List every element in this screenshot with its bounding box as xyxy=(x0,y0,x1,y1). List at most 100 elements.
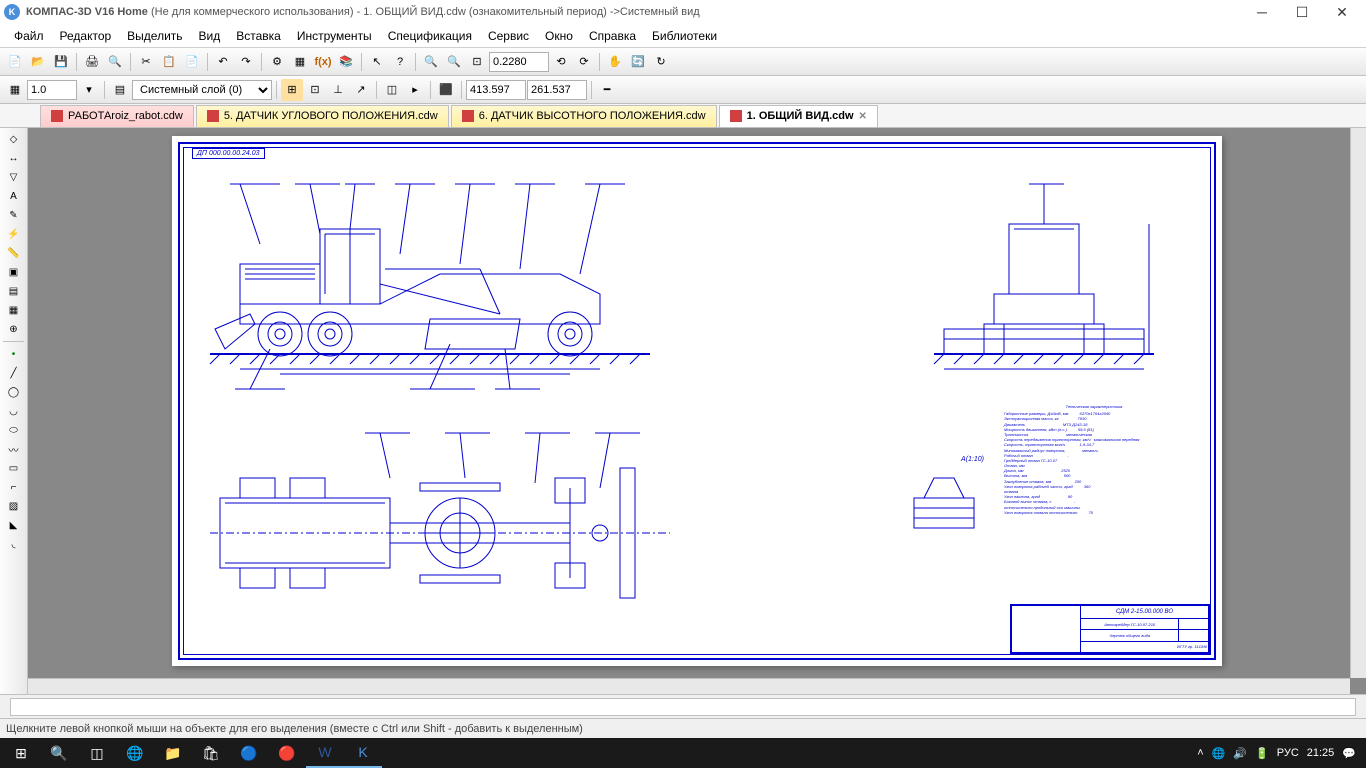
word-icon[interactable]: W xyxy=(306,738,344,768)
redo-button[interactable]: ↷ xyxy=(235,51,257,73)
coord-x-input[interactable] xyxy=(466,80,526,100)
refresh-button[interactable]: ↻ xyxy=(650,51,672,73)
dimension-tool[interactable]: ↔ xyxy=(2,149,26,167)
scale-dropdown-icon[interactable]: ▾ xyxy=(78,79,100,101)
point-tool[interactable]: • xyxy=(2,345,26,363)
tab-datchik5[interactable]: 5. ДАТЧИК УГЛОВОГО ПОЛОЖЕНИЯ.cdw xyxy=(196,105,449,127)
ellipse-tool[interactable]: ⬭ xyxy=(2,421,26,439)
explorer-icon[interactable]: 📁 xyxy=(154,738,192,768)
zoom-input[interactable] xyxy=(489,52,549,72)
chrome-icon[interactable]: 🔴 xyxy=(268,738,306,768)
local-cs-button[interactable]: ↗ xyxy=(350,79,372,101)
maximize-button[interactable]: ☐ xyxy=(1282,0,1322,24)
menu-file[interactable]: Файл xyxy=(6,27,52,45)
variables-button[interactable]: f(x) xyxy=(312,51,334,73)
menu-tools[interactable]: Инструменты xyxy=(289,27,380,45)
zoom-out-button[interactable]: 🔍 xyxy=(443,51,465,73)
circle-tool[interactable]: ◯ xyxy=(2,383,26,401)
layers-button[interactable]: ▦ xyxy=(289,51,311,73)
rotate-button[interactable]: 🔄 xyxy=(627,51,649,73)
report-tool[interactable]: ▦ xyxy=(2,301,26,319)
menu-spec[interactable]: Спецификация xyxy=(380,27,480,45)
scrollbar-horizontal[interactable] xyxy=(28,678,1350,694)
param-tool[interactable]: ⚡ xyxy=(2,225,26,243)
close-icon[interactable]: ✕ xyxy=(859,111,867,122)
menu-select[interactable]: Выделить xyxy=(119,27,190,45)
layer-manager-button[interactable]: ▤ xyxy=(109,79,131,101)
pointer-button[interactable]: ↖ xyxy=(366,51,388,73)
drawing-canvas[interactable]: ДП 000.00.00.24.03 xyxy=(28,128,1366,694)
edge-icon[interactable]: 🌐 xyxy=(116,738,154,768)
measure-tool[interactable]: 📏 xyxy=(2,244,26,262)
view-state-button[interactable]: ▦ xyxy=(4,79,26,101)
symbol-tool[interactable]: ▽ xyxy=(2,168,26,186)
start-button[interactable]: ⊞ xyxy=(2,738,40,768)
snap-button[interactable]: ⊞ xyxy=(281,79,303,101)
spec-tool[interactable]: ▤ xyxy=(2,282,26,300)
view-next-button[interactable]: ▸ xyxy=(404,79,426,101)
save-button[interactable]: 💾 xyxy=(50,51,72,73)
search-button[interactable]: 🔍 xyxy=(40,738,78,768)
text-tool[interactable]: A xyxy=(2,187,26,205)
edit-tool[interactable]: ✎ xyxy=(2,206,26,224)
property-input[interactable] xyxy=(10,698,1356,716)
volume-icon[interactable]: 🔊 xyxy=(1233,747,1247,760)
store-icon[interactable]: 🛍 xyxy=(192,738,230,768)
language-indicator[interactable]: РУС xyxy=(1277,747,1299,759)
tab-obshiy-vid[interactable]: 1. ОБЩИЙ ВИД.cdw ✕ xyxy=(719,105,878,127)
tab-datchik6[interactable]: 6. ДАТЧИК ВЫСОТНОГО ПОЛОЖЕНИЯ.cdw xyxy=(451,105,717,127)
arc-tool[interactable]: ◡ xyxy=(2,402,26,420)
tab-rabota[interactable]: РАБОТАroiz_rabot.cdw xyxy=(40,105,194,127)
close-button[interactable]: ✕ xyxy=(1322,0,1362,24)
clock[interactable]: 21:25 xyxy=(1307,747,1335,759)
menu-window[interactable]: Окно xyxy=(537,27,581,45)
fillet-tool[interactable]: ◟ xyxy=(2,535,26,553)
kompas-icon[interactable]: K xyxy=(344,738,382,768)
menu-help[interactable]: Справка xyxy=(581,27,644,45)
minimize-button[interactable]: ─ xyxy=(1242,0,1282,24)
rect-tool[interactable]: ▭ xyxy=(2,459,26,477)
insert-tool[interactable]: ⊕ xyxy=(2,320,26,338)
menu-insert[interactable]: Вставка xyxy=(228,27,289,45)
line-tool[interactable]: ╱ xyxy=(2,364,26,382)
hatch-tool[interactable]: ▨ xyxy=(2,497,26,515)
stop-button[interactable]: ⬛ xyxy=(435,79,457,101)
preview-button[interactable]: 🔍 xyxy=(104,51,126,73)
scale-input[interactable] xyxy=(27,80,77,100)
menu-edit[interactable]: Редактор xyxy=(52,27,120,45)
chamfer-tool[interactable]: ◣ xyxy=(2,516,26,534)
undo-button[interactable]: ↶ xyxy=(212,51,234,73)
menu-view[interactable]: Вид xyxy=(191,27,229,45)
battery-icon[interactable]: 🔋 xyxy=(1255,747,1269,760)
cut-button[interactable]: ✂ xyxy=(135,51,157,73)
tray-up-icon[interactable]: ˄ xyxy=(1197,747,1203,759)
grid-button[interactable]: ⊡ xyxy=(304,79,326,101)
coord-y-input[interactable] xyxy=(527,80,587,100)
notifications-icon[interactable]: 💬 xyxy=(1342,747,1356,760)
zoom-next-button[interactable]: ⟳ xyxy=(573,51,595,73)
task-view-button[interactable]: ◫ xyxy=(78,738,116,768)
copy-button[interactable]: 📋 xyxy=(158,51,180,73)
polyline-tool[interactable]: ⌐ xyxy=(2,478,26,496)
spline-tool[interactable]: 〰 xyxy=(2,440,26,458)
properties-button[interactable]: ⚙ xyxy=(266,51,288,73)
app1-icon[interactable]: 🔵 xyxy=(230,738,268,768)
view-button[interactable]: ◫ xyxy=(381,79,403,101)
scrollbar-vertical[interactable] xyxy=(1350,128,1366,678)
select-tool[interactable]: ▣ xyxy=(2,263,26,281)
help-button[interactable]: ? xyxy=(389,51,411,73)
geometry-tool[interactable]: ◇ xyxy=(2,130,26,148)
layer-select[interactable]: Системный слой (0) xyxy=(132,80,272,100)
zoom-fit-button[interactable]: ⊡ xyxy=(466,51,488,73)
line-style-button[interactable]: ━ xyxy=(596,79,618,101)
menu-service[interactable]: Сервис xyxy=(480,27,537,45)
menu-libs[interactable]: Библиотеки xyxy=(644,27,725,45)
zoom-in-button[interactable]: 🔍 xyxy=(420,51,442,73)
open-button[interactable]: 📂 xyxy=(27,51,49,73)
pan-button[interactable]: ✋ xyxy=(604,51,626,73)
paste-button[interactable]: 📄 xyxy=(181,51,203,73)
print-button[interactable]: 🖨 xyxy=(81,51,103,73)
library-button[interactable]: 📚 xyxy=(335,51,357,73)
zoom-prev-button[interactable]: ⟲ xyxy=(550,51,572,73)
ortho-button[interactable]: ⊥ xyxy=(327,79,349,101)
